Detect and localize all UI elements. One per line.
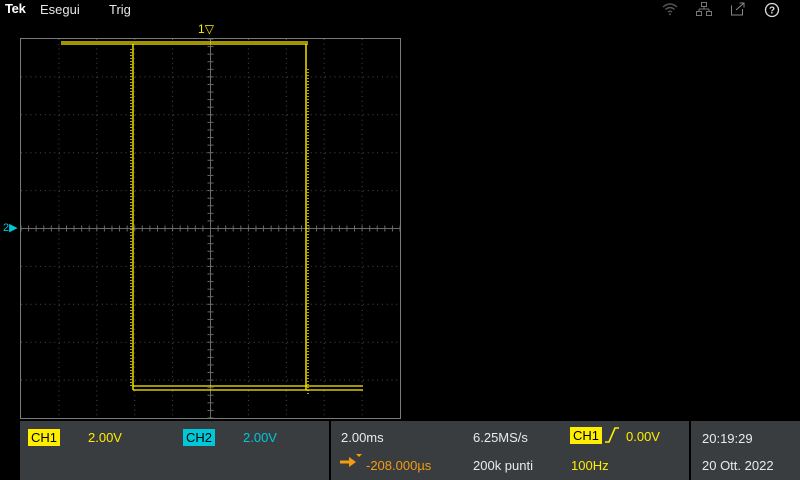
- ch2-badge[interactable]: CH2: [183, 429, 216, 446]
- trigger-level[interactable]: 0.00V: [626, 429, 660, 444]
- svg-text:?: ?: [769, 6, 775, 17]
- ch1-trigger-marker[interactable]: 1▽: [198, 22, 214, 36]
- graticule-grid: [21, 39, 400, 418]
- trigger-source-badge[interactable]: CH1: [570, 427, 603, 444]
- help-icon[interactable]: ?: [764, 2, 780, 18]
- ch1-trace: [61, 41, 363, 394]
- horizontal-trigger-panel[interactable]: 2.00ms -208.000µs 6.25MS/s 200k punti CH…: [331, 421, 689, 480]
- clock-date: 20 Ott. 2022: [702, 458, 774, 473]
- clock-time: 20:19:29: [702, 431, 753, 446]
- top-bar: Tek Esegui Trig ?: [0, 0, 800, 20]
- horizontal-scale[interactable]: 2.00ms: [341, 430, 384, 445]
- menu-trig[interactable]: Trig: [109, 2, 131, 17]
- record-length: 200k punti: [473, 458, 533, 473]
- horizontal-position-icon: [339, 454, 363, 473]
- menu-run[interactable]: Esegui: [40, 2, 80, 17]
- export-icon[interactable]: [730, 2, 746, 16]
- bottom-status-bar: CH1 2.00V CH2 2.00V 2.00ms -208.000µs 6.…: [20, 421, 800, 480]
- sample-rate: 6.25MS/s: [473, 430, 528, 445]
- ch1-badge[interactable]: CH1: [28, 429, 61, 446]
- rising-edge-icon: [604, 427, 620, 448]
- trigger-frequency: 100Hz: [571, 458, 609, 473]
- datetime-panel[interactable]: 20:19:29 20 Ott. 2022: [691, 421, 800, 480]
- ch2-offset-marker[interactable]: 2▶: [3, 221, 18, 234]
- ch1-scale[interactable]: 2.00V: [88, 430, 122, 445]
- channels-panel: CH1 2.00V CH2 2.00V: [20, 421, 329, 480]
- ch2-scale[interactable]: 2.00V: [243, 430, 277, 445]
- waveform-graticule[interactable]: [20, 38, 401, 419]
- wifi-icon[interactable]: [662, 2, 678, 16]
- tek-logo: Tek: [5, 1, 26, 16]
- horizontal-position[interactable]: -208.000µs: [366, 458, 431, 473]
- network-icon[interactable]: [696, 2, 712, 16]
